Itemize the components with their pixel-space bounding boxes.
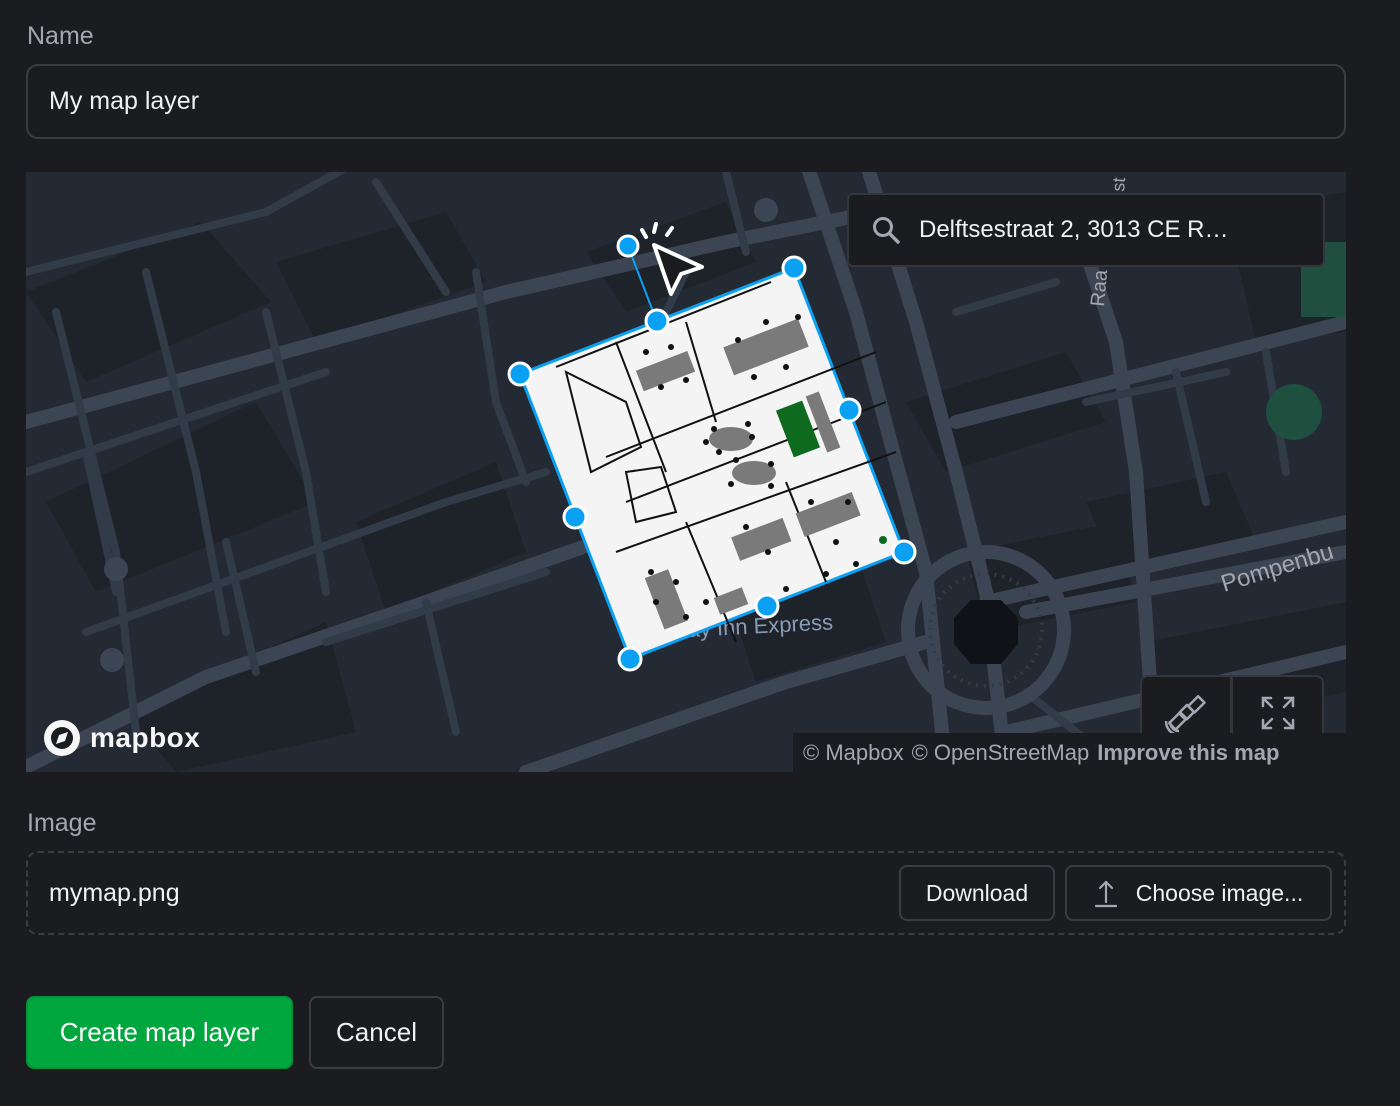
map-search-input[interactable] <box>919 216 1307 244</box>
create-map-layer-button[interactable]: Create map layer <box>26 996 293 1069</box>
mapbox-logo-text: mapbox <box>90 722 201 753</box>
improve-map-link[interactable]: Improve this map <box>1097 740 1279 766</box>
mapbox-logo-icon <box>44 720 80 756</box>
map-view[interactable]: Raa st Pompenbu ay Inn Express Delftsest… <box>26 172 1346 772</box>
attribution-osm[interactable]: © OpenStreetMap <box>912 740 1090 766</box>
fullscreen-icon <box>1261 696 1294 730</box>
map-attribution: © Mapbox © OpenStreetMap Improve this ma… <box>793 733 1346 772</box>
street-label-raa: Raa <box>1087 268 1112 307</box>
satellite-icon <box>1164 694 1206 735</box>
map-search-box[interactable] <box>847 193 1325 267</box>
name-input[interactable] <box>26 64 1346 139</box>
image-filename: mymap.png <box>49 879 180 907</box>
download-button[interactable]: Download <box>899 865 1055 921</box>
upload-icon <box>1094 880 1117 908</box>
choose-image-label: Choose image... <box>1135 879 1304 906</box>
choose-image-button[interactable]: Choose image... <box>1065 865 1332 921</box>
street-label-st: st <box>1108 177 1129 193</box>
search-icon <box>873 217 900 244</box>
mapbox-logo[interactable]: mapbox <box>42 718 200 758</box>
name-label: Name <box>27 22 94 50</box>
cancel-button[interactable]: Cancel <box>309 996 444 1069</box>
image-label: Image <box>27 809 97 837</box>
attribution-mapbox[interactable]: © Mapbox <box>803 740 904 766</box>
